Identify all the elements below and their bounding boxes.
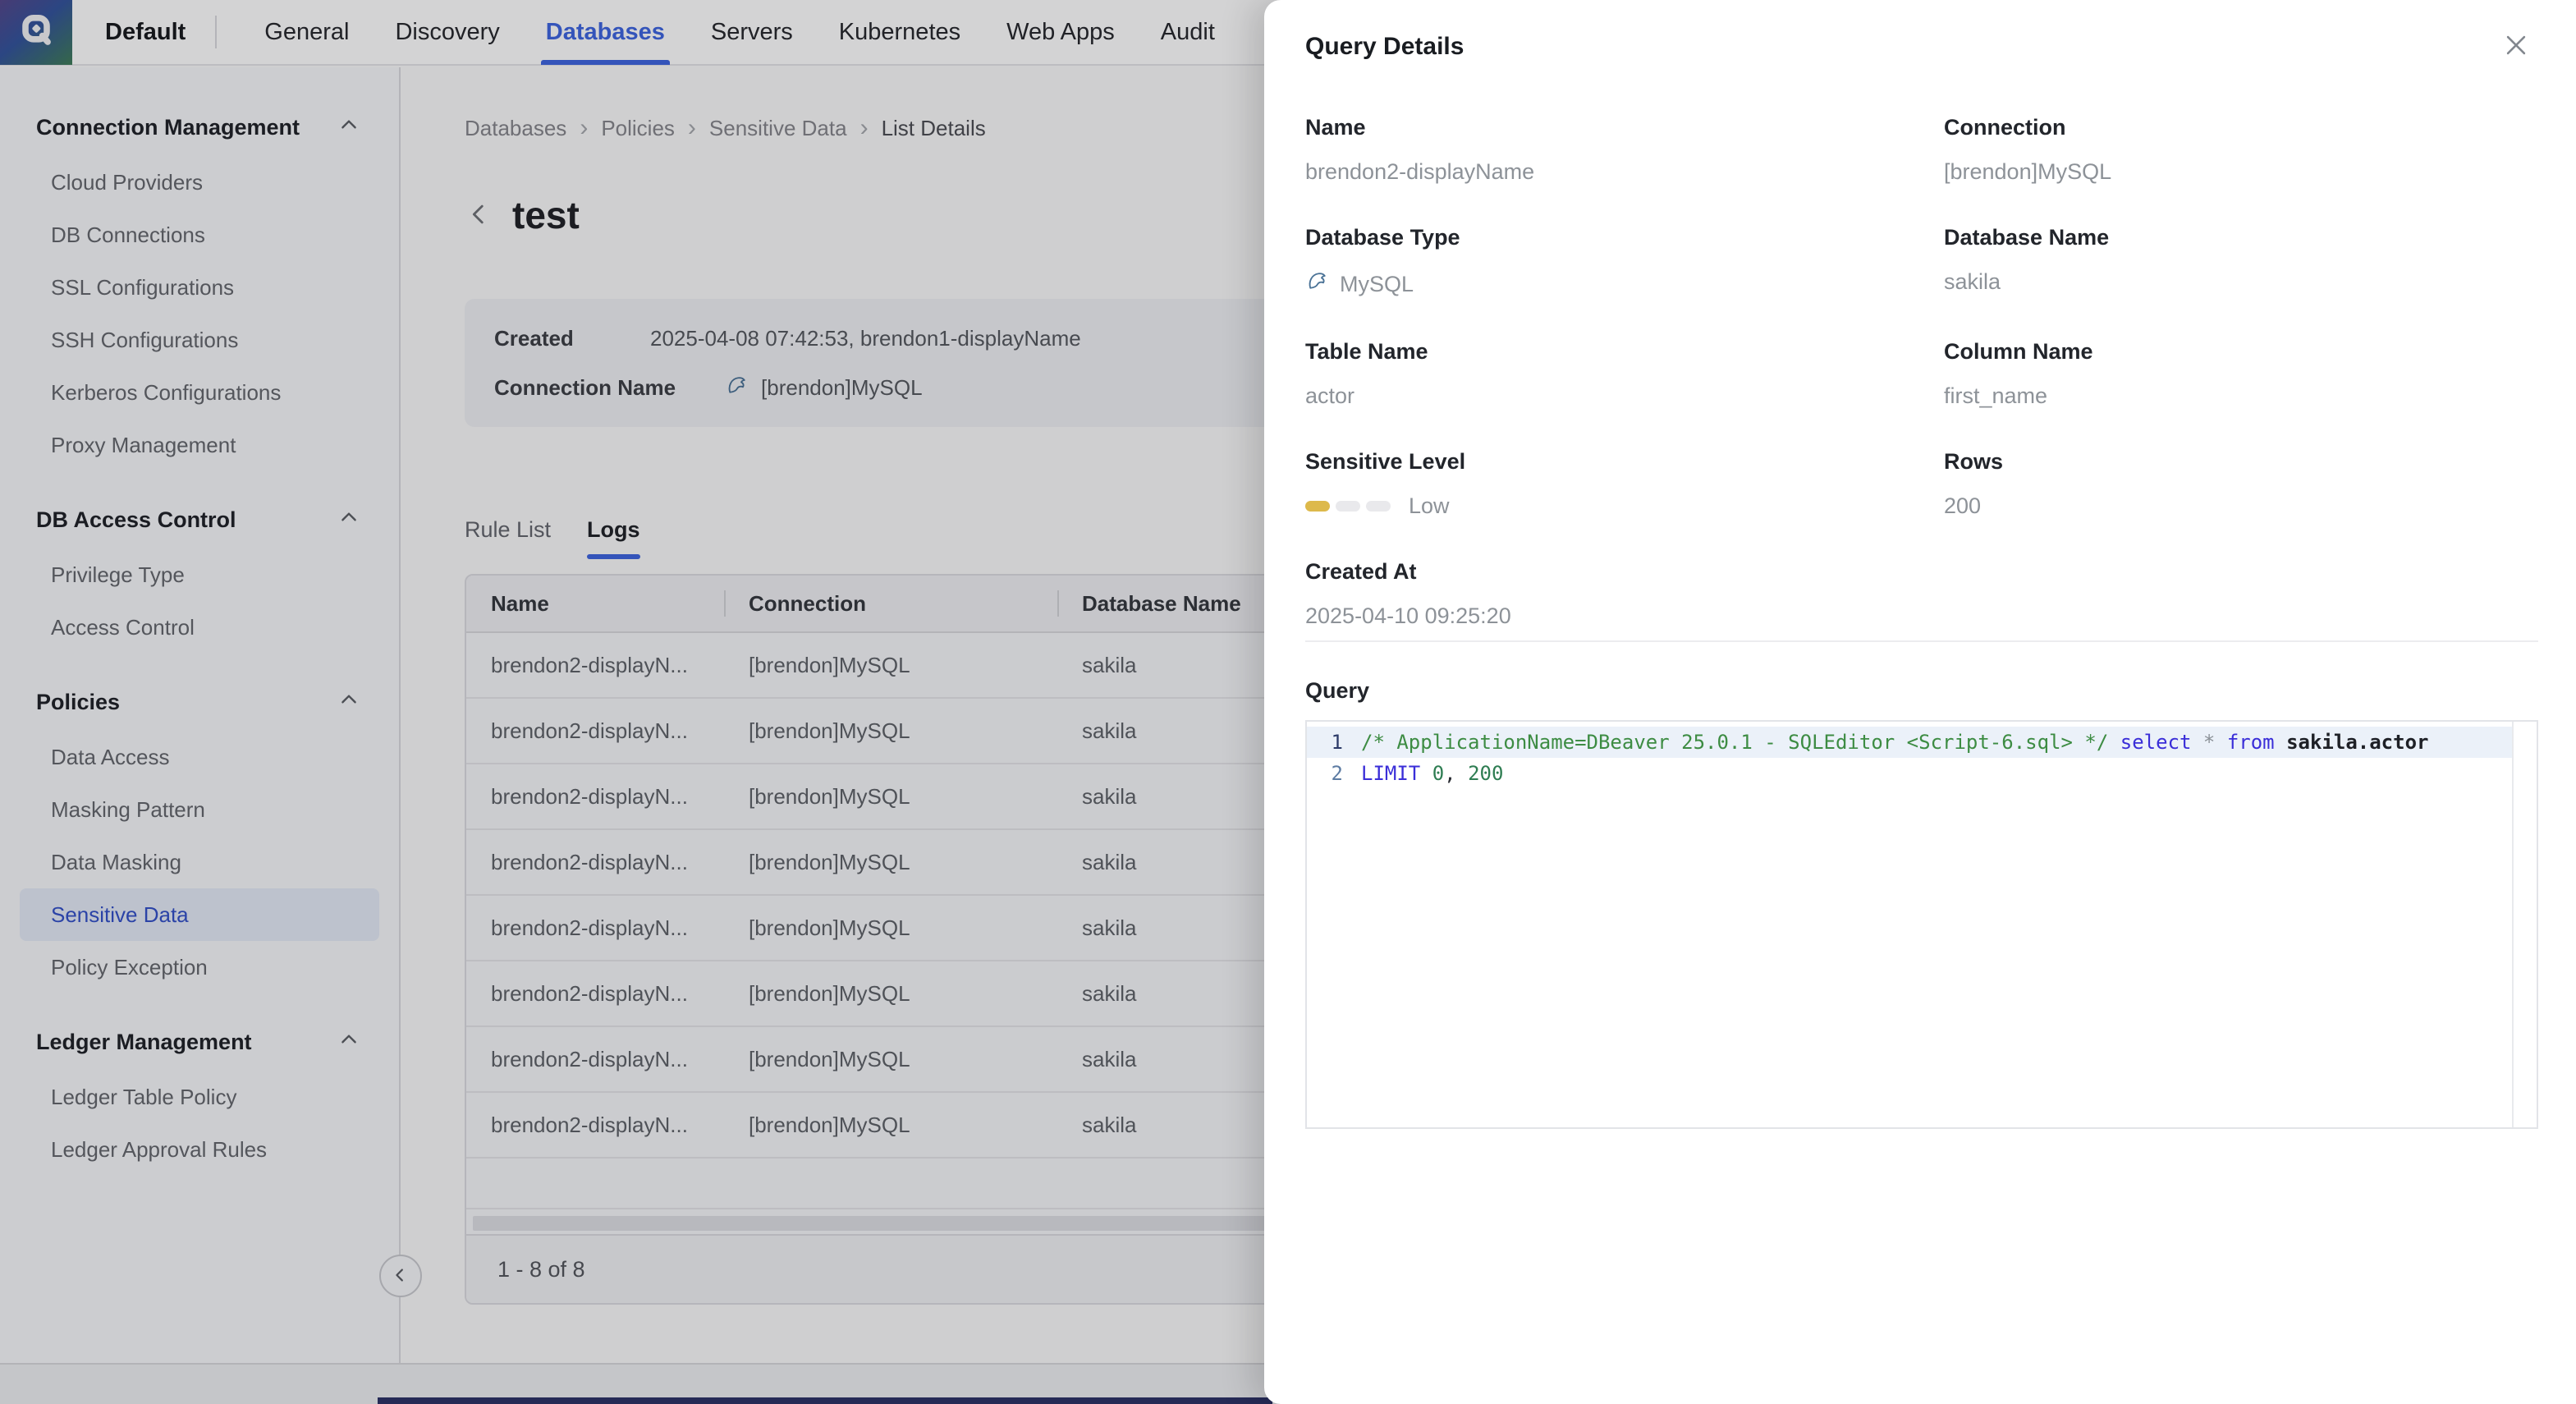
code-token-ident: sakila.actor — [2286, 731, 2428, 754]
field-rows: Rows 200 — [1944, 448, 2530, 519]
code-token-plain — [2191, 731, 2202, 754]
field-table-name: Table Name actor — [1305, 338, 1944, 409]
code-line-1: 1 /* ApplicationName=DBeaver 25.0.1 - SQL… — [1307, 727, 2512, 758]
editor-scrollbar-track[interactable] — [2512, 722, 2514, 1127]
drawer-title: Query Details — [1305, 33, 1464, 61]
field-database-name-value: sakila — [1944, 268, 2530, 295]
code-token-kw: select — [2120, 731, 2192, 754]
code-token-plain — [2108, 731, 2120, 754]
code-token-num: 200 — [1468, 762, 1503, 785]
query-details-drawer: Query Details Name brendon2-displayName … — [1264, 0, 2576, 1404]
drawer-divider — [1305, 640, 2538, 642]
query-section-label: Query — [1305, 678, 2576, 704]
level-pill-empty — [1366, 501, 1391, 512]
field-column-name: Column Name first_name — [1944, 338, 2530, 409]
level-pill-empty — [1336, 501, 1360, 512]
code-token-plain — [2215, 731, 2226, 754]
mysql-dolphin-icon — [1305, 268, 1330, 299]
close-icon — [2502, 31, 2530, 62]
field-connection: Connection [brendon]MySQL — [1944, 114, 2530, 185]
field-name-value: brendon2-displayName — [1305, 158, 1944, 185]
code-token-kw: LIMIT — [1361, 762, 1420, 785]
sql-code-editor[interactable]: 1 /* ApplicationName=DBeaver 25.0.1 - SQL… — [1305, 720, 2538, 1129]
sql-code-lines: 1 /* ApplicationName=DBeaver 25.0.1 - SQL… — [1307, 727, 2512, 789]
line-number: 1 — [1307, 731, 1343, 754]
field-rows-value: 200 — [1944, 493, 2530, 519]
database-type-text: MySQL — [1340, 271, 1414, 297]
field-connection-value: [brendon]MySQL — [1944, 158, 2530, 185]
drawer-header: Query Details — [1264, 0, 2576, 62]
code-token-plain — [1420, 762, 1432, 785]
field-created-at: Created At 2025-04-10 09:25:20 — [1305, 558, 1944, 629]
code-token-plain: , — [1444, 762, 1468, 785]
sensitive-level-indicator — [1305, 501, 1391, 512]
field-sensitive-level-value: Low — [1305, 493, 1944, 519]
line-number: 2 — [1307, 762, 1343, 785]
code-token-plain — [2275, 731, 2286, 754]
query-detail-fields: Name brendon2-displayName Connection [br… — [1305, 114, 2530, 629]
code-token-op: * — [2203, 731, 2215, 754]
field-database-name: Database Name sakila — [1944, 224, 2530, 299]
code-line-2: 2 LIMIT 0, 200 — [1307, 758, 2512, 789]
field-name: Name brendon2-displayName — [1305, 114, 1944, 185]
field-database-type-value: MySQL — [1305, 268, 1944, 299]
field-database-type: Database Type MySQL — [1305, 224, 1944, 299]
field-table-name-value: actor — [1305, 383, 1944, 409]
field-created-at-value: 2025-04-10 09:25:20 — [1305, 603, 1944, 629]
close-drawer-button[interactable] — [2502, 31, 2530, 62]
sensitive-level-text: Low — [1409, 493, 1450, 519]
code-token-kw: from — [2227, 731, 2275, 754]
level-pill-filled — [1305, 501, 1330, 512]
code-token-num: 0 — [1432, 762, 1444, 785]
field-sensitive-level: Sensitive Level Low — [1305, 448, 1944, 519]
code-token-comment: /* ApplicationName=DBeaver 25.0.1 - SQLE… — [1361, 731, 2108, 754]
field-column-name-value: first_name — [1944, 383, 2530, 409]
